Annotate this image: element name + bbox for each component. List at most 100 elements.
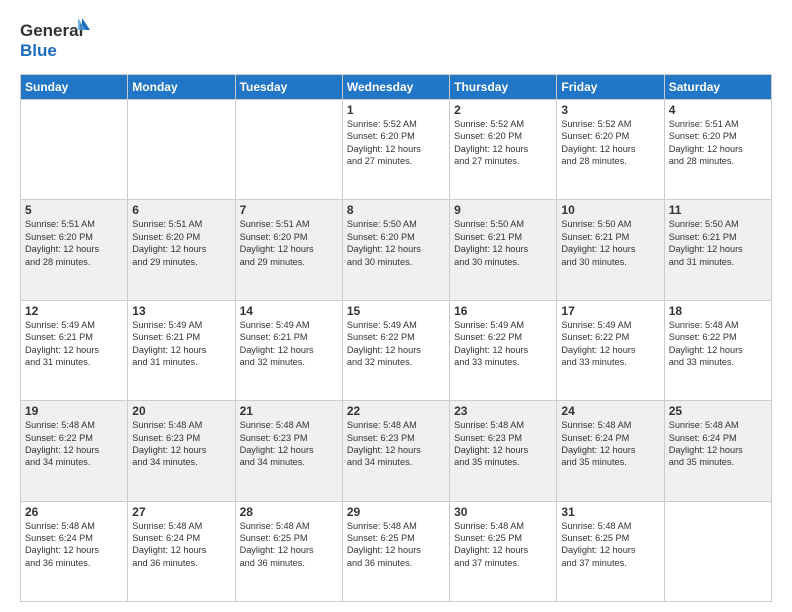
calendar-day-cell: 20Sunrise: 5:48 AM Sunset: 6:23 PM Dayli… xyxy=(128,401,235,501)
svg-text:Blue: Blue xyxy=(20,41,57,60)
day-number: 1 xyxy=(347,103,445,117)
calendar-day-cell xyxy=(235,100,342,200)
day-number: 18 xyxy=(669,304,767,318)
day-number: 4 xyxy=(669,103,767,117)
day-info: Sunrise: 5:48 AM Sunset: 6:23 PM Dayligh… xyxy=(454,419,552,469)
day-number: 10 xyxy=(561,203,659,217)
day-info: Sunrise: 5:48 AM Sunset: 6:24 PM Dayligh… xyxy=(132,520,230,570)
day-info: Sunrise: 5:50 AM Sunset: 6:20 PM Dayligh… xyxy=(347,218,445,268)
day-info: Sunrise: 5:49 AM Sunset: 6:21 PM Dayligh… xyxy=(25,319,123,369)
calendar-day-cell: 12Sunrise: 5:49 AM Sunset: 6:21 PM Dayli… xyxy=(21,300,128,400)
calendar-day-cell: 21Sunrise: 5:48 AM Sunset: 6:23 PM Dayli… xyxy=(235,401,342,501)
day-info: Sunrise: 5:48 AM Sunset: 6:24 PM Dayligh… xyxy=(669,419,767,469)
calendar-day-cell: 3Sunrise: 5:52 AM Sunset: 6:20 PM Daylig… xyxy=(557,100,664,200)
calendar-day-cell: 15Sunrise: 5:49 AM Sunset: 6:22 PM Dayli… xyxy=(342,300,449,400)
calendar-day-cell xyxy=(128,100,235,200)
day-number: 9 xyxy=(454,203,552,217)
calendar-day-cell: 19Sunrise: 5:48 AM Sunset: 6:22 PM Dayli… xyxy=(21,401,128,501)
calendar-week-row: 12Sunrise: 5:49 AM Sunset: 6:21 PM Dayli… xyxy=(21,300,772,400)
day-info: Sunrise: 5:48 AM Sunset: 6:25 PM Dayligh… xyxy=(561,520,659,570)
day-info: Sunrise: 5:48 AM Sunset: 6:25 PM Dayligh… xyxy=(454,520,552,570)
day-info: Sunrise: 5:51 AM Sunset: 6:20 PM Dayligh… xyxy=(669,118,767,168)
day-number: 11 xyxy=(669,203,767,217)
calendar-day-cell: 31Sunrise: 5:48 AM Sunset: 6:25 PM Dayli… xyxy=(557,501,664,601)
calendar-day-cell: 2Sunrise: 5:52 AM Sunset: 6:20 PM Daylig… xyxy=(450,100,557,200)
calendar-day-cell: 23Sunrise: 5:48 AM Sunset: 6:23 PM Dayli… xyxy=(450,401,557,501)
calendar-day-header: Monday xyxy=(128,75,235,100)
calendar-day-cell: 9Sunrise: 5:50 AM Sunset: 6:21 PM Daylig… xyxy=(450,200,557,300)
calendar-day-header: Friday xyxy=(557,75,664,100)
day-info: Sunrise: 5:48 AM Sunset: 6:22 PM Dayligh… xyxy=(25,419,123,469)
calendar-day-cell xyxy=(21,100,128,200)
day-number: 29 xyxy=(347,505,445,519)
day-info: Sunrise: 5:52 AM Sunset: 6:20 PM Dayligh… xyxy=(347,118,445,168)
day-info: Sunrise: 5:48 AM Sunset: 6:23 PM Dayligh… xyxy=(347,419,445,469)
calendar-day-cell: 13Sunrise: 5:49 AM Sunset: 6:21 PM Dayli… xyxy=(128,300,235,400)
day-number: 24 xyxy=(561,404,659,418)
calendar-week-row: 1Sunrise: 5:52 AM Sunset: 6:20 PM Daylig… xyxy=(21,100,772,200)
day-info: Sunrise: 5:52 AM Sunset: 6:20 PM Dayligh… xyxy=(561,118,659,168)
day-number: 16 xyxy=(454,304,552,318)
day-number: 23 xyxy=(454,404,552,418)
calendar-day-cell: 30Sunrise: 5:48 AM Sunset: 6:25 PM Dayli… xyxy=(450,501,557,601)
calendar-day-cell: 18Sunrise: 5:48 AM Sunset: 6:22 PM Dayli… xyxy=(664,300,771,400)
calendar-day-cell: 29Sunrise: 5:48 AM Sunset: 6:25 PM Dayli… xyxy=(342,501,449,601)
calendar-day-cell: 1Sunrise: 5:52 AM Sunset: 6:20 PM Daylig… xyxy=(342,100,449,200)
day-number: 3 xyxy=(561,103,659,117)
calendar-week-row: 26Sunrise: 5:48 AM Sunset: 6:24 PM Dayli… xyxy=(21,501,772,601)
calendar-day-cell: 26Sunrise: 5:48 AM Sunset: 6:24 PM Dayli… xyxy=(21,501,128,601)
calendar-day-cell: 5Sunrise: 5:51 AM Sunset: 6:20 PM Daylig… xyxy=(21,200,128,300)
day-info: Sunrise: 5:48 AM Sunset: 6:25 PM Dayligh… xyxy=(240,520,338,570)
calendar-day-cell: 24Sunrise: 5:48 AM Sunset: 6:24 PM Dayli… xyxy=(557,401,664,501)
day-number: 5 xyxy=(25,203,123,217)
calendar-day-cell: 22Sunrise: 5:48 AM Sunset: 6:23 PM Dayli… xyxy=(342,401,449,501)
calendar-day-cell: 10Sunrise: 5:50 AM Sunset: 6:21 PM Dayli… xyxy=(557,200,664,300)
day-number: 19 xyxy=(25,404,123,418)
day-number: 20 xyxy=(132,404,230,418)
calendar-header-row: SundayMondayTuesdayWednesdayThursdayFrid… xyxy=(21,75,772,100)
day-info: Sunrise: 5:52 AM Sunset: 6:20 PM Dayligh… xyxy=(454,118,552,168)
calendar-week-row: 19Sunrise: 5:48 AM Sunset: 6:22 PM Dayli… xyxy=(21,401,772,501)
day-number: 7 xyxy=(240,203,338,217)
day-number: 30 xyxy=(454,505,552,519)
calendar-day-cell: 25Sunrise: 5:48 AM Sunset: 6:24 PM Dayli… xyxy=(664,401,771,501)
generalblue-logo-svg: General Blue xyxy=(20,16,90,64)
day-info: Sunrise: 5:49 AM Sunset: 6:21 PM Dayligh… xyxy=(132,319,230,369)
calendar-day-cell: 7Sunrise: 5:51 AM Sunset: 6:20 PM Daylig… xyxy=(235,200,342,300)
calendar-day-cell: 6Sunrise: 5:51 AM Sunset: 6:20 PM Daylig… xyxy=(128,200,235,300)
day-number: 6 xyxy=(132,203,230,217)
calendar-table: SundayMondayTuesdayWednesdayThursdayFrid… xyxy=(20,74,772,602)
day-info: Sunrise: 5:50 AM Sunset: 6:21 PM Dayligh… xyxy=(454,218,552,268)
day-info: Sunrise: 5:49 AM Sunset: 6:22 PM Dayligh… xyxy=(561,319,659,369)
calendar-day-header: Tuesday xyxy=(235,75,342,100)
calendar-day-cell: 4Sunrise: 5:51 AM Sunset: 6:20 PM Daylig… xyxy=(664,100,771,200)
day-info: Sunrise: 5:49 AM Sunset: 6:22 PM Dayligh… xyxy=(454,319,552,369)
day-info: Sunrise: 5:48 AM Sunset: 6:24 PM Dayligh… xyxy=(25,520,123,570)
calendar-week-row: 5Sunrise: 5:51 AM Sunset: 6:20 PM Daylig… xyxy=(21,200,772,300)
calendar-day-header: Thursday xyxy=(450,75,557,100)
logo: General Blue xyxy=(20,16,90,64)
day-info: Sunrise: 5:51 AM Sunset: 6:20 PM Dayligh… xyxy=(25,218,123,268)
day-info: Sunrise: 5:51 AM Sunset: 6:20 PM Dayligh… xyxy=(240,218,338,268)
logo-container: General Blue xyxy=(20,16,90,64)
svg-text:General: General xyxy=(20,21,83,40)
calendar-day-cell: 14Sunrise: 5:49 AM Sunset: 6:21 PM Dayli… xyxy=(235,300,342,400)
day-number: 21 xyxy=(240,404,338,418)
day-info: Sunrise: 5:50 AM Sunset: 6:21 PM Dayligh… xyxy=(561,218,659,268)
day-info: Sunrise: 5:50 AM Sunset: 6:21 PM Dayligh… xyxy=(669,218,767,268)
calendar-day-header: Wednesday xyxy=(342,75,449,100)
day-info: Sunrise: 5:48 AM Sunset: 6:23 PM Dayligh… xyxy=(132,419,230,469)
calendar-day-cell: 8Sunrise: 5:50 AM Sunset: 6:20 PM Daylig… xyxy=(342,200,449,300)
day-number: 22 xyxy=(347,404,445,418)
calendar-day-cell: 28Sunrise: 5:48 AM Sunset: 6:25 PM Dayli… xyxy=(235,501,342,601)
page: General Blue SundayMondayTuesdayWednesda… xyxy=(0,0,792,612)
calendar-day-cell: 11Sunrise: 5:50 AM Sunset: 6:21 PM Dayli… xyxy=(664,200,771,300)
day-number: 2 xyxy=(454,103,552,117)
day-info: Sunrise: 5:48 AM Sunset: 6:24 PM Dayligh… xyxy=(561,419,659,469)
header: General Blue xyxy=(20,16,772,64)
day-info: Sunrise: 5:48 AM Sunset: 6:22 PM Dayligh… xyxy=(669,319,767,369)
calendar-day-cell: 27Sunrise: 5:48 AM Sunset: 6:24 PM Dayli… xyxy=(128,501,235,601)
day-number: 25 xyxy=(669,404,767,418)
calendar-day-header: Saturday xyxy=(664,75,771,100)
day-info: Sunrise: 5:48 AM Sunset: 6:25 PM Dayligh… xyxy=(347,520,445,570)
